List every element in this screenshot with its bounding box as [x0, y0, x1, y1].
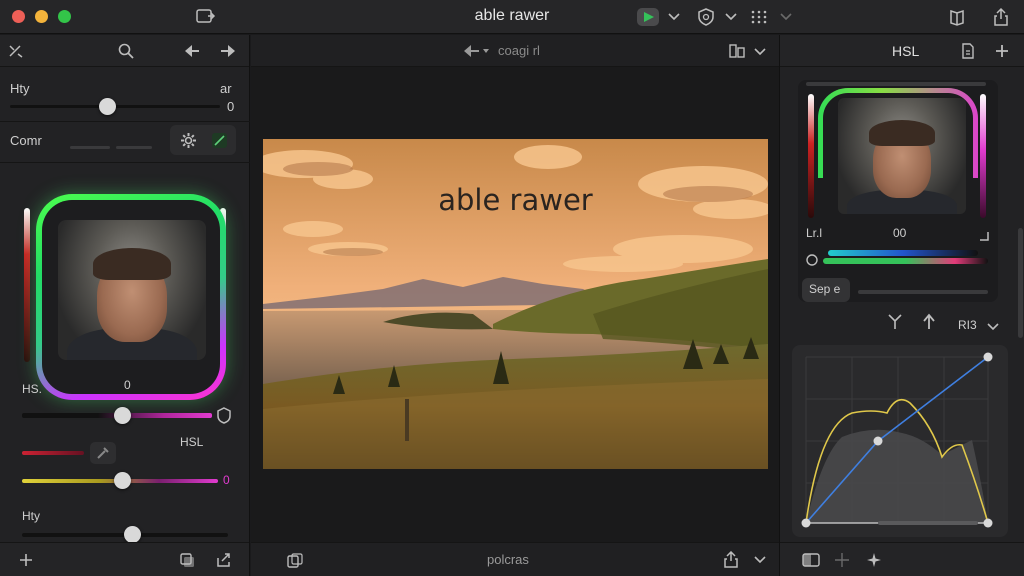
- right-header-label: HSL: [892, 43, 920, 59]
- readout-mid: 00: [893, 226, 907, 240]
- right-preview-card: Lr.l 00 Sep e: [798, 80, 998, 302]
- chevron-down-icon[interactable]: [668, 12, 680, 22]
- tone-curve-graph[interactable]: [792, 345, 1008, 537]
- play-button[interactable]: [637, 8, 659, 26]
- top-slider-right-label: ar: [220, 81, 232, 96]
- eyedropper-button[interactable]: [90, 442, 116, 464]
- chevron-down-icon[interactable]: [987, 322, 999, 331]
- right-portrait-preview: [838, 98, 966, 214]
- tone-curve-editor[interactable]: [792, 345, 1008, 537]
- sep-slider[interactable]: [858, 290, 988, 294]
- left-toolbar: [0, 35, 249, 67]
- right-toolbar: HSL: [780, 35, 1024, 67]
- close-window-button[interactable]: [12, 10, 25, 23]
- edit-curve-icon[interactable]: [211, 132, 228, 149]
- grid-icon[interactable]: [751, 10, 767, 24]
- left-level-bar[interactable]: [24, 208, 30, 362]
- add-icon[interactable]: [19, 553, 33, 567]
- sparkle-icon[interactable]: [866, 552, 882, 568]
- eyedropper-icon: [97, 447, 109, 459]
- portrait-preview: [58, 220, 206, 360]
- section2-label: Comr: [10, 133, 42, 148]
- compare-icon[interactable]: [729, 44, 745, 58]
- top-slider-knob[interactable]: [99, 98, 116, 115]
- sep-button[interactable]: Sep e: [802, 278, 850, 302]
- book-icon[interactable]: [948, 8, 966, 26]
- document-icon[interactable]: [961, 43, 975, 59]
- export-icon[interactable]: [215, 552, 232, 568]
- dropdown-label[interactable]: RI3: [958, 318, 977, 332]
- reset-icon[interactable]: [805, 253, 819, 267]
- left-adjustments-panel: Hty ar 0 Comr HS. 0 HSL 0 Hty: [0, 35, 250, 576]
- bottom-slider-label: Hty: [22, 509, 40, 523]
- section2-indicator: [70, 146, 110, 149]
- center-bottom-label: polcras: [487, 552, 529, 567]
- divider: [0, 121, 250, 122]
- minimize-window-button[interactable]: [35, 10, 48, 23]
- before-after-icon[interactable]: [802, 553, 820, 567]
- arrow-up-icon[interactable]: [921, 313, 937, 331]
- add-icon[interactable]: [995, 44, 1009, 58]
- sep-button-label: Sep e: [809, 282, 841, 296]
- split-tone-icon[interactable]: [887, 313, 903, 331]
- undo-icon[interactable]: [184, 44, 200, 58]
- redo-icon[interactable]: [220, 44, 236, 58]
- crosshair-icon[interactable]: [834, 552, 850, 568]
- share-icon[interactable]: [723, 551, 739, 568]
- top-slider-label: Hty: [10, 81, 30, 96]
- landscape-photo: able rawer: [263, 139, 768, 469]
- divider: [0, 162, 250, 163]
- green-magenta-slider[interactable]: [823, 258, 988, 264]
- yellow-slider-knob[interactable]: [114, 472, 131, 489]
- hsl-label: HS.: [22, 382, 43, 396]
- chevron-down-icon[interactable]: [754, 555, 766, 564]
- right-bottom-toolbar: [780, 542, 1024, 576]
- center-bottom-toolbar: polcras: [251, 542, 779, 576]
- chevron-down-icon[interactable]: [754, 47, 766, 56]
- cyan-blue-slider[interactable]: [828, 250, 978, 256]
- gear-icon[interactable]: [180, 132, 197, 149]
- section2-indicator: [116, 146, 152, 149]
- chevron-down-icon[interactable]: [725, 12, 737, 22]
- readout-left: Lr.l: [806, 226, 823, 240]
- photo-overlay-title: able rawer: [438, 183, 593, 217]
- hsl-slider-knob[interactable]: [114, 407, 131, 424]
- right-scrollbar[interactable]: [1018, 228, 1023, 338]
- search-icon[interactable]: [118, 43, 134, 59]
- chevron-down-icon[interactable]: [780, 12, 792, 22]
- zoom-window-button[interactable]: [58, 10, 71, 23]
- window-title: able rawer: [474, 7, 550, 24]
- duplicate-icon[interactable]: [287, 553, 303, 568]
- top-slider-value: 0: [227, 99, 235, 114]
- bottom-slider-knob[interactable]: [124, 526, 141, 543]
- hsl-value: 0: [124, 378, 131, 392]
- hsl-preview-section: [12, 190, 238, 400]
- corner-icon[interactable]: [978, 230, 990, 242]
- share-icon[interactable]: [992, 7, 1010, 27]
- shield-icon[interactable]: [697, 8, 715, 26]
- yellow-slider-value: 0: [223, 473, 230, 487]
- shield-icon[interactable]: [216, 407, 232, 424]
- hsl-sub-label: HSL: [180, 435, 204, 449]
- back-arrow-icon[interactable]: [463, 44, 491, 58]
- left-bottom-toolbar: [0, 542, 249, 576]
- top-scrub-bar[interactable]: [806, 82, 986, 86]
- sidebar-toggle-icon[interactable]: [196, 9, 216, 25]
- tools-icon[interactable]: [8, 44, 24, 58]
- title-bar: able rawer: [0, 0, 1024, 34]
- right-left-level-bar[interactable]: [808, 94, 814, 218]
- section2-tool-group: [170, 125, 236, 155]
- center-toolbar: coagi rl: [251, 35, 779, 67]
- red-slider-track[interactable]: [22, 451, 84, 455]
- right-right-level-bar[interactable]: [980, 94, 986, 218]
- copy-icon[interactable]: [180, 553, 195, 568]
- center-toolbar-label: coagi rl: [498, 43, 540, 58]
